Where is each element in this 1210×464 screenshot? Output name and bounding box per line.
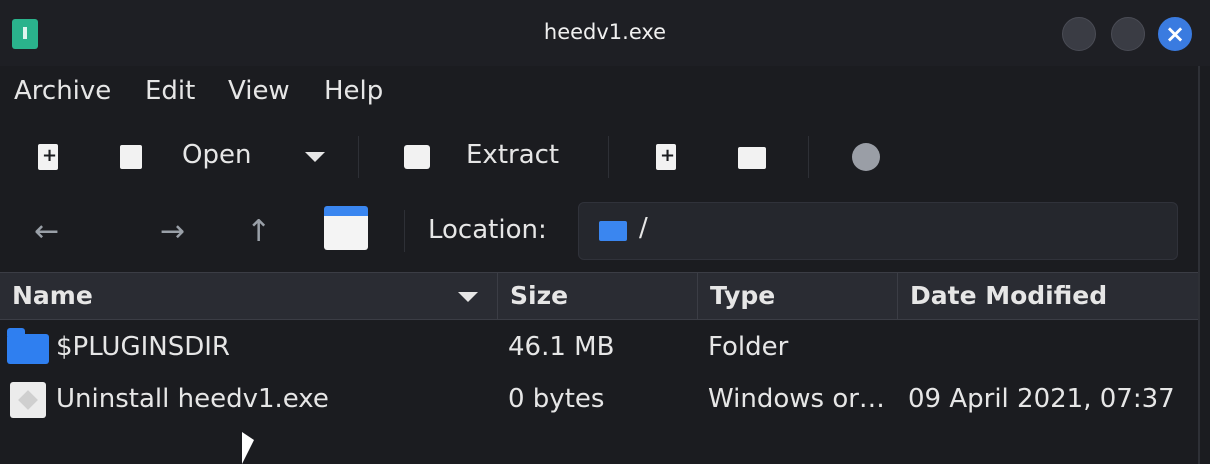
column-type[interactable]: Type bbox=[698, 273, 898, 319]
maximize-button[interactable] bbox=[1111, 17, 1145, 51]
sort-descending-icon[interactable] bbox=[458, 292, 478, 302]
open-archive-button[interactable] bbox=[116, 141, 148, 173]
mouse-cursor-icon bbox=[242, 432, 254, 464]
window-title: heedv1.exe bbox=[543, 20, 667, 44]
back-arrow-icon[interactable]: ← bbox=[34, 214, 59, 249]
menu-edit[interactable]: Edit bbox=[145, 76, 195, 106]
file-type: Folder bbox=[708, 332, 789, 362]
forward-arrow-icon[interactable]: → bbox=[160, 214, 185, 249]
new-document-icon bbox=[38, 144, 58, 170]
close-icon: × bbox=[1164, 20, 1186, 48]
title-bar: heedv1.exe × bbox=[0, 0, 1210, 66]
extract-icon bbox=[404, 145, 430, 169]
extract-button[interactable] bbox=[401, 141, 433, 173]
add-files-button[interactable] bbox=[650, 141, 682, 173]
file-size: 0 bytes bbox=[508, 384, 605, 414]
toolbar-separator bbox=[608, 136, 609, 178]
folder-icon bbox=[599, 221, 627, 241]
toolbar: Open Extract bbox=[0, 124, 1210, 190]
open-icon bbox=[120, 145, 142, 169]
file-size: 46.1 MB bbox=[508, 332, 615, 362]
file-date: 09 April 2021, 07:37 bbox=[908, 384, 1175, 414]
menu-bar: Archive Edit View Help bbox=[0, 66, 1210, 118]
executable-icon bbox=[10, 382, 46, 418]
table-header: Name Size Type Date Modified bbox=[0, 272, 1198, 320]
menu-archive[interactable]: Archive bbox=[14, 76, 111, 106]
toolbar-separator bbox=[358, 136, 359, 178]
folder-icon bbox=[7, 328, 49, 364]
add-file-icon bbox=[656, 144, 676, 170]
open-label[interactable]: Open bbox=[182, 140, 251, 170]
up-arrow-icon[interactable]: ↑ bbox=[246, 214, 271, 249]
table-row[interactable]: Uninstall heedv1.exe 0 bytes Windows or…… bbox=[0, 374, 1198, 426]
menu-view[interactable]: View bbox=[228, 76, 290, 106]
stop-icon bbox=[852, 143, 880, 171]
file-type: Windows or… bbox=[708, 384, 885, 414]
table-row[interactable]: $PLUGINSDIR 46.1 MB Folder bbox=[0, 322, 1198, 374]
add-folder-button[interactable] bbox=[736, 141, 768, 173]
location-path[interactable]: / bbox=[639, 213, 648, 243]
stop-button[interactable] bbox=[850, 141, 882, 173]
menu-help[interactable]: Help bbox=[324, 76, 383, 106]
file-name: Uninstall heedv1.exe bbox=[56, 384, 329, 414]
new-archive-button[interactable] bbox=[32, 141, 64, 173]
file-name: $PLUGINSDIR bbox=[56, 332, 230, 362]
column-name[interactable]: Name bbox=[0, 273, 498, 319]
location-field[interactable]: / bbox=[578, 202, 1178, 260]
add-folder-icon bbox=[738, 147, 766, 169]
chevron-down-icon[interactable] bbox=[305, 152, 325, 162]
toolbar-separator bbox=[808, 136, 809, 178]
column-date-modified[interactable]: Date Modified bbox=[898, 273, 1198, 319]
home-folder-icon[interactable] bbox=[324, 206, 368, 250]
extract-label[interactable]: Extract bbox=[466, 140, 559, 170]
window-edge bbox=[1198, 66, 1200, 464]
minimize-button[interactable] bbox=[1062, 17, 1096, 51]
navigation-bar: ← → ↑ Location: / bbox=[0, 198, 1210, 266]
close-button[interactable]: × bbox=[1158, 17, 1192, 51]
column-size[interactable]: Size bbox=[498, 273, 698, 319]
location-label: Location: bbox=[428, 215, 547, 245]
nav-separator bbox=[404, 210, 405, 252]
